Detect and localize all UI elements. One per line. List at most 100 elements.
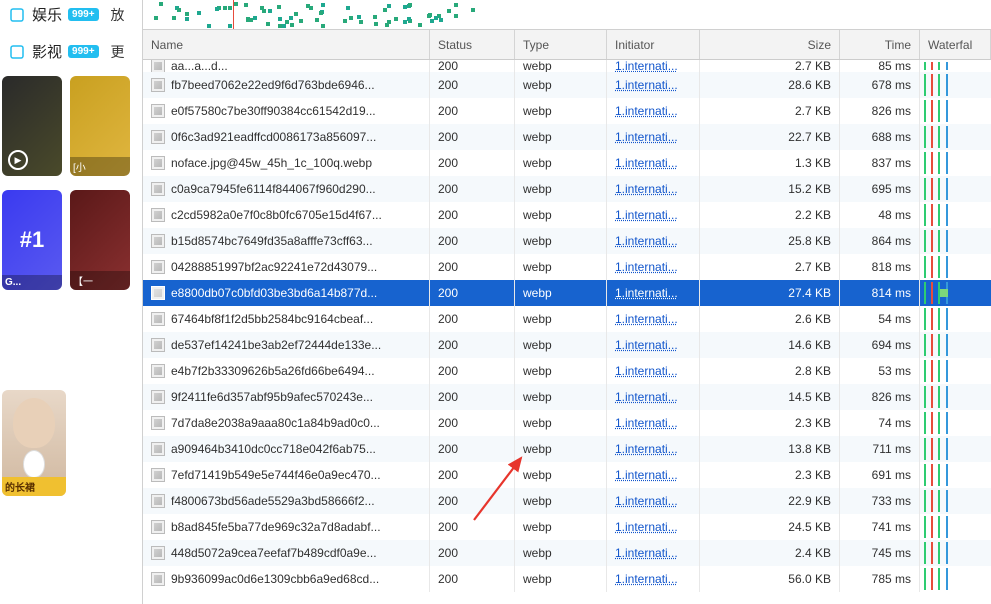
sidebar-item[interactable]: 影视 999+ 更 xyxy=(0,37,142,66)
cell-name: 448d5072a9cea7eefaf7b489cdf0a9e... xyxy=(143,540,430,566)
network-request-row[interactable]: 67464bf8f1f2d5bb2584bc9164cbeaf... 200 w… xyxy=(143,306,991,332)
cell-status: 200 xyxy=(430,540,515,566)
header-waterfall[interactable]: Waterfal xyxy=(920,30,991,59)
cell-initiator: 1.internati... xyxy=(607,384,700,410)
request-name: 9b936099ac0d6e1309cbb6a9ed68cd... xyxy=(171,572,379,586)
initiator-link[interactable]: 1.internati... xyxy=(615,182,678,196)
network-request-row[interactable]: 9f2411fe6d357abf95b9afec570243e... 200 w… xyxy=(143,384,991,410)
request-name: 9f2411fe6d357abf95b9afec570243e... xyxy=(171,390,373,404)
cell-name: noface.jpg@45w_45h_1c_100q.webp xyxy=(143,150,430,176)
video-thumb[interactable]: [小 xyxy=(70,76,130,176)
network-request-row[interactable]: fb7beed7062e22ed9f6d763bde6946... 200 we… xyxy=(143,72,991,98)
cell-time: 864 ms xyxy=(840,228,920,254)
thumb-person[interactable]: 的长裙 xyxy=(2,390,66,496)
overview-timeline[interactable] xyxy=(143,0,991,30)
network-request-row[interactable]: noface.jpg@45w_45h_1c_100q.webp 200 webp… xyxy=(143,150,991,176)
request-name: fb7beed7062e22ed9f6d763bde6946... xyxy=(171,78,375,92)
cell-waterfall xyxy=(920,410,991,436)
initiator-link[interactable]: 1.internati... xyxy=(615,416,678,430)
cell-name: c2cd5982a0e7f0c8b0fc6705e15d4f67... xyxy=(143,202,430,228)
cell-status: 200 xyxy=(430,98,515,124)
cell-time: 74 ms xyxy=(840,410,920,436)
cell-status: 200 xyxy=(430,60,515,72)
request-name: 67464bf8f1f2d5bb2584bc9164cbeaf... xyxy=(171,312,373,326)
network-request-row[interactable]: de537ef14241be3ab2ef72444de133e... 200 w… xyxy=(143,332,991,358)
cell-size: 56.0 KB xyxy=(700,566,840,592)
cell-initiator: 1.internati... xyxy=(607,410,700,436)
initiator-link[interactable]: 1.internati... xyxy=(615,364,678,378)
initiator-link[interactable]: 1.internati... xyxy=(615,546,678,560)
cell-name: e8800db07c0bfd03be3bd6a14b877d... xyxy=(143,280,430,306)
request-name: 448d5072a9cea7eefaf7b489cdf0a9e... xyxy=(171,546,377,560)
network-request-row[interactable]: b8ad845fe5ba77de969c32a7d8adabf... 200 w… xyxy=(143,514,991,540)
initiator-link[interactable]: 1.internati... xyxy=(615,390,678,404)
initiator-link[interactable]: 1.internati... xyxy=(615,312,678,326)
cell-size: 2.7 KB xyxy=(700,60,840,72)
initiator-link[interactable]: 1.internati... xyxy=(615,104,678,118)
cell-type: webp xyxy=(515,60,607,72)
initiator-link[interactable]: 1.internati... xyxy=(615,520,678,534)
file-icon xyxy=(151,286,165,300)
file-icon xyxy=(151,416,165,430)
cell-waterfall xyxy=(920,306,991,332)
header-name[interactable]: Name xyxy=(143,30,430,59)
network-request-row[interactable]: b15d8574bc7649fd35a8afffe73cff63... 200 … xyxy=(143,228,991,254)
network-request-row[interactable]: e8800db07c0bfd03be3bd6a14b877d... 200 we… xyxy=(143,280,991,306)
cell-name: f4800673bd56ade5529a3bd58666f2... xyxy=(143,488,430,514)
network-request-row[interactable]: e0f57580c7be30ff90384cc61542d19... 200 w… xyxy=(143,98,991,124)
video-thumb[interactable]: ▶ xyxy=(2,76,62,176)
initiator-link[interactable]: 1.internati... xyxy=(615,494,678,508)
cell-name: 0f6c3ad921eadffcd0086173a856097... xyxy=(143,124,430,150)
network-request-row[interactable]: aa...a...d... 200 webp 1.internati... 2.… xyxy=(143,60,991,72)
file-icon xyxy=(151,260,165,274)
initiator-link[interactable]: 1.internati... xyxy=(615,260,678,274)
header-size[interactable]: Size xyxy=(700,30,840,59)
initiator-link[interactable]: 1.internati... xyxy=(615,78,678,92)
cell-type: webp xyxy=(515,254,607,280)
cell-initiator: 1.internati... xyxy=(607,280,700,306)
header-time[interactable]: Time xyxy=(840,30,920,59)
cell-name: aa...a...d... xyxy=(143,60,430,72)
file-icon xyxy=(151,520,165,534)
initiator-link[interactable]: 1.internati... xyxy=(615,208,678,222)
network-request-row[interactable]: 9b936099ac0d6e1309cbb6a9ed68cd... 200 we… xyxy=(143,566,991,592)
video-thumb[interactable]: #1G... xyxy=(2,190,62,290)
network-request-row[interactable]: 04288851997bf2ac92241e72d43079... 200 we… xyxy=(143,254,991,280)
network-request-row[interactable]: e4b7f2b33309626b5a26fd66be6494... 200 we… xyxy=(143,358,991,384)
network-request-row[interactable]: 7d7da8e2038a9aaa80c1a84b9ad0c0... 200 we… xyxy=(143,410,991,436)
initiator-link[interactable]: 1.internati... xyxy=(615,130,678,144)
initiator-link[interactable]: 1.internati... xyxy=(615,156,678,170)
network-request-row[interactable]: c0a9ca7945fe6114f844067f960d290... 200 w… xyxy=(143,176,991,202)
network-request-row[interactable]: 448d5072a9cea7eefaf7b489cdf0a9e... 200 w… xyxy=(143,540,991,566)
cell-waterfall xyxy=(920,488,991,514)
initiator-link[interactable]: 1.internati... xyxy=(615,286,678,300)
file-icon xyxy=(151,78,165,92)
initiator-link[interactable]: 1.internati... xyxy=(615,572,678,586)
devtools-network-panel: Name Status Type Initiator Size Time Wat… xyxy=(142,0,991,604)
cell-size: 2.8 KB xyxy=(700,358,840,384)
cell-name: b8ad845fe5ba77de969c32a7d8adabf... xyxy=(143,514,430,540)
cell-time: 826 ms xyxy=(840,384,920,410)
initiator-link[interactable]: 1.internati... xyxy=(615,234,678,248)
cell-waterfall xyxy=(920,436,991,462)
network-request-row[interactable]: 7efd71419b549e5e744f46e0a9ec470... 200 w… xyxy=(143,462,991,488)
cell-waterfall xyxy=(920,514,991,540)
video-thumb[interactable]: 【一 xyxy=(70,190,130,290)
cell-status: 200 xyxy=(430,176,515,202)
initiator-link[interactable]: 1.internati... xyxy=(615,338,678,352)
network-request-row[interactable]: f4800673bd56ade5529a3bd58666f2... 200 we… xyxy=(143,488,991,514)
initiator-link[interactable]: 1.internati... xyxy=(615,60,678,72)
cell-status: 200 xyxy=(430,436,515,462)
cell-initiator: 1.internati... xyxy=(607,488,700,514)
sidebar-item[interactable]: 娱乐 999+ 放 xyxy=(0,0,142,29)
cell-status: 200 xyxy=(430,228,515,254)
initiator-link[interactable]: 1.internati... xyxy=(615,442,678,456)
header-type[interactable]: Type xyxy=(515,30,607,59)
header-initiator[interactable]: Initiator xyxy=(607,30,700,59)
network-request-row[interactable]: c2cd5982a0e7f0c8b0fc6705e15d4f67... 200 … xyxy=(143,202,991,228)
header-status[interactable]: Status xyxy=(430,30,515,59)
cell-type: webp xyxy=(515,124,607,150)
initiator-link[interactable]: 1.internati... xyxy=(615,468,678,482)
network-request-row[interactable]: a909464b3410dc0cc718e042f6ab75... 200 we… xyxy=(143,436,991,462)
network-request-row[interactable]: 0f6c3ad921eadffcd0086173a856097... 200 w… xyxy=(143,124,991,150)
